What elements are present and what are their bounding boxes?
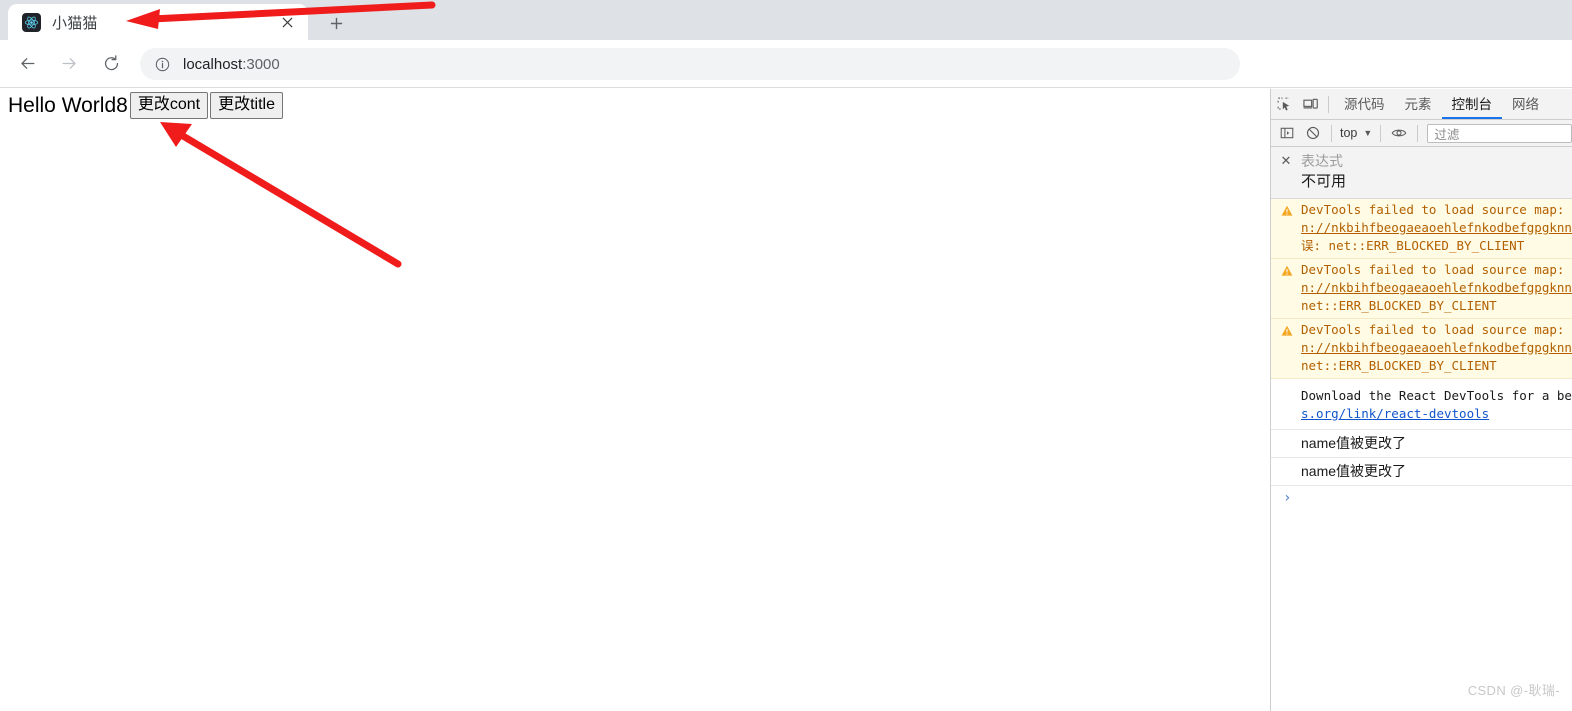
live-expression-eye-icon[interactable] [1386, 120, 1412, 146]
devtools-tab-bar: 源代码 元素 控制台 网络 [1271, 89, 1572, 120]
message-line: DevTools failed to load source map: C [1301, 202, 1572, 217]
page-content-row: Hello World8 更改cont 更改title [8, 92, 283, 119]
console-info-message[interactable]: Download the React DevTools for a bet s.… [1271, 379, 1572, 430]
js-context-dropdown[interactable]: top ▼ [1337, 126, 1375, 140]
warning-triangle-icon [1281, 204, 1293, 216]
console-warning-message[interactable]: DevTools failed to load source map: C n:… [1271, 319, 1572, 379]
live-expression-block: ✕ 表达式 不可用 [1271, 147, 1572, 199]
console-toolbar: top ▼ 过滤 [1271, 120, 1572, 147]
message-line: Download the React DevTools for a bet [1301, 388, 1572, 403]
new-tab-button[interactable] [322, 9, 350, 37]
message-line: net::ERR_BLOCKED_BY_CLIENT [1301, 298, 1497, 313]
message-line: net::ERR_BLOCKED_BY_CLIENT [1301, 358, 1497, 373]
forward-button-icon[interactable] [54, 49, 84, 79]
tab-title: 小猫猫 [52, 14, 98, 32]
filter-placeholder: 过滤 [1434, 127, 1460, 142]
warning-triangle-icon [1281, 264, 1293, 276]
devtools-tab-elements[interactable]: 元素 [1395, 89, 1442, 119]
device-toolbar-icon[interactable] [1297, 91, 1323, 117]
address-bar[interactable]: localhost:3000 [140, 48, 1240, 80]
devtools-tab-sources[interactable]: 源代码 [1334, 89, 1395, 119]
reload-button-icon[interactable] [96, 49, 126, 79]
url-text: localhost:3000 [183, 56, 280, 73]
clear-console-icon[interactable] [1300, 120, 1326, 146]
devtools-tab-network[interactable]: 网络 [1502, 89, 1549, 119]
live-expression-row[interactable]: ✕ 表达式 [1271, 150, 1572, 171]
console-log-message[interactable]: name值被更改了 [1271, 458, 1572, 486]
browser-tab[interactable]: 小猫猫 [8, 4, 308, 40]
toolbar-divider [1328, 95, 1329, 113]
toolbar-divider [1417, 124, 1419, 142]
change-content-button[interactable]: 更改cont [129, 92, 209, 119]
console-warning-message[interactable]: DevTools failed to load source map: C n:… [1271, 199, 1572, 259]
browser-toolbar: localhost:3000 [0, 40, 1572, 88]
url-port: :3000 [242, 55, 280, 73]
message-line: 误: net::ERR_BLOCKED_BY_CLIENT [1301, 238, 1525, 253]
js-context-value: top [1340, 126, 1358, 140]
tab-strip: 小猫猫 [0, 0, 1572, 40]
page-viewport: Hello World8 更改cont 更改title [0, 89, 1270, 711]
chevron-down-icon: ▼ [1363, 128, 1373, 138]
close-tab-icon[interactable] [276, 11, 298, 33]
console-log-message[interactable]: name值被更改了 [1271, 430, 1572, 458]
live-expression-placeholder: 表达式 [1301, 152, 1343, 169]
source-map-link[interactable]: n://nkbihfbeogaeaoehlefnkodbefgpgknn/ [1301, 279, 1572, 297]
console-input-prompt[interactable]: › [1271, 486, 1572, 510]
console-warning-message[interactable]: DevTools failed to load source map: C n:… [1271, 259, 1572, 319]
react-logo-icon [22, 12, 41, 32]
react-devtools-link[interactable]: s.org/link/react-devtools [1301, 405, 1572, 423]
site-info-icon[interactable] [154, 56, 171, 73]
prompt-caret-icon: › [1283, 490, 1292, 506]
devtools-panel: 源代码 元素 控制台 网络 top ▼ 过滤 ✕ 表达式 不可用 DevTool… [1270, 89, 1572, 711]
console-message-list[interactable]: DevTools failed to load source map: C n:… [1271, 199, 1572, 704]
toolbar-divider [1380, 124, 1382, 142]
console-filter-input[interactable]: 过滤 [1427, 123, 1572, 143]
warning-triangle-icon [1281, 324, 1293, 336]
source-map-link[interactable]: n://nkbihfbeogaeaoehlefnkodbefgpgknn/ [1301, 219, 1572, 237]
inspect-element-icon[interactable] [1271, 91, 1297, 117]
message-line: DevTools failed to load source map: C [1301, 322, 1572, 337]
console-sidebar-icon[interactable] [1274, 120, 1300, 146]
close-icon[interactable]: ✕ [1279, 153, 1293, 168]
back-button-icon[interactable] [12, 49, 42, 79]
message-line: DevTools failed to load source map: C [1301, 262, 1572, 277]
browser-window: 小猫猫 localhost:3000 Hello World8 更改cont 更… [0, 0, 1572, 711]
source-map-link[interactable]: n://nkbihfbeogaeaoehlefnkodbefgpgknn/ [1301, 339, 1572, 357]
change-title-button[interactable]: 更改title [210, 92, 283, 119]
toolbar-divider [1331, 124, 1332, 142]
url-host: localhost [183, 55, 243, 73]
page-heading: Hello World8 [8, 93, 128, 117]
watermark: CSDN @-耿瑞- [1467, 683, 1560, 698]
devtools-tab-console[interactable]: 控制台 [1441, 89, 1502, 119]
live-expression-value: 不可用 [1301, 173, 1347, 190]
